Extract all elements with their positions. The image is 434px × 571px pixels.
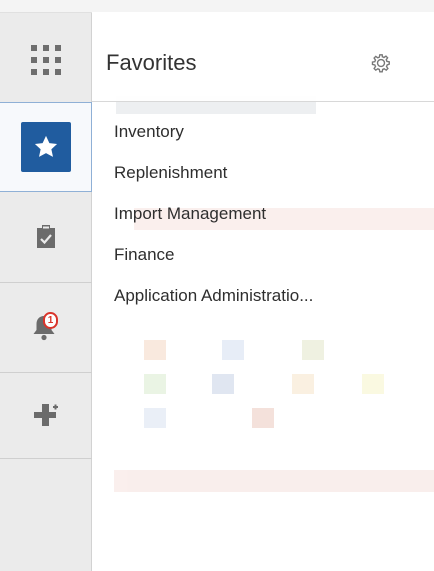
background-swatch xyxy=(144,340,166,360)
notification-wrapper: 1 xyxy=(31,312,61,342)
favorite-item-import-management[interactable]: Import Management xyxy=(92,200,434,241)
rail-top-strip xyxy=(0,0,92,13)
panel-title: Favorites xyxy=(106,50,197,75)
apps-grid-button[interactable] xyxy=(0,18,92,102)
add-button[interactable] xyxy=(0,372,92,458)
favorite-item-application-administration[interactable]: Application Administratio... xyxy=(92,282,434,323)
rail-divider xyxy=(0,458,92,459)
tasks-button[interactable] xyxy=(0,192,92,282)
favorites-list: Inventory Replenishment Import Managemen… xyxy=(92,118,434,323)
favorites-tile xyxy=(20,122,71,172)
star-icon xyxy=(34,135,57,157)
notifications-button[interactable]: 1 xyxy=(0,282,92,372)
favorite-item-replenishment[interactable]: Replenishment xyxy=(92,159,434,200)
background-bar xyxy=(114,470,434,492)
gear-icon[interactable] xyxy=(370,52,392,74)
background-swatch xyxy=(292,374,314,394)
favorite-item-inventory[interactable]: Inventory xyxy=(92,118,434,159)
plus-icon xyxy=(34,404,58,426)
panel-header: Favorites xyxy=(92,12,434,102)
notification-badge: 1 xyxy=(43,312,58,329)
background-swatch xyxy=(144,408,166,428)
clipboard-check-icon xyxy=(37,225,55,248)
background-swatch xyxy=(212,374,234,394)
background-swatch xyxy=(302,340,324,360)
favorites-button[interactable] xyxy=(0,102,92,192)
background-swatch xyxy=(222,340,244,360)
background-swatch xyxy=(252,408,274,428)
icon-rail: 1 xyxy=(0,0,92,571)
grid-icon xyxy=(31,45,61,75)
background-swatch xyxy=(144,374,166,394)
background-swatch xyxy=(362,374,384,394)
favorite-item-finance[interactable]: Finance xyxy=(92,241,434,282)
favorites-panel: Favorites Inventory Replenishment Import… xyxy=(92,12,434,571)
